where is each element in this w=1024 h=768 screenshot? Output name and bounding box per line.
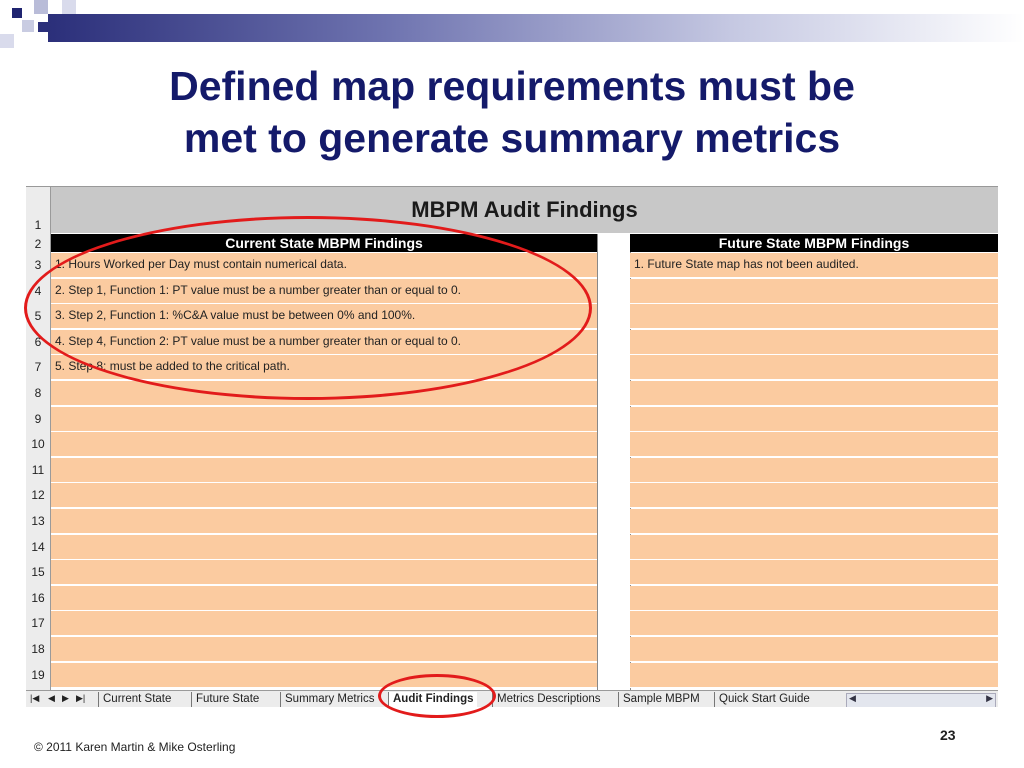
- future-finding-cell[interactable]: [630, 406, 998, 432]
- current-finding-cell[interactable]: [51, 509, 597, 534]
- tab-current-state[interactable]: Current State: [98, 692, 175, 707]
- copyright-footer: © 2011 Karen Martin & Mike Osterling: [34, 740, 236, 754]
- current-finding-cell[interactable]: [51, 457, 597, 483]
- current-finding-cell[interactable]: [51, 662, 597, 688]
- future-finding-cell[interactable]: [630, 432, 998, 458]
- tab-sample-mbpm[interactable]: Sample MBPM: [618, 692, 704, 707]
- prev-sheet-icon[interactable]: ◀: [48, 693, 55, 704]
- row-number[interactable]: 14: [26, 540, 50, 554]
- future-finding-cell[interactable]: [630, 560, 998, 586]
- horizontal-scrollbar[interactable]: ◀ ▶: [846, 693, 996, 707]
- row-number[interactable]: 3: [26, 258, 50, 272]
- tab-future-state[interactable]: Future State: [191, 692, 263, 707]
- tab-summary-metrics[interactable]: Summary Metrics: [280, 692, 378, 707]
- deco-square: [0, 34, 14, 48]
- future-finding-cell[interactable]: 1. Future State map has not been audited…: [630, 253, 998, 278]
- future-finding-cell[interactable]: [630, 355, 998, 381]
- deco-square: [34, 0, 48, 14]
- current-finding-cell[interactable]: [51, 585, 597, 611]
- sheet-tab-bar: |◀ ◀ ▶ ▶| Current State Future State Sum…: [26, 690, 998, 707]
- row-number[interactable]: 10: [26, 437, 50, 451]
- deco-square: [62, 0, 76, 14]
- future-state-header[interactable]: Future State MBPM Findings: [630, 234, 998, 252]
- row-number[interactable]: 13: [26, 514, 50, 528]
- row-number[interactable]: 19: [26, 668, 50, 682]
- current-finding-cell[interactable]: [51, 406, 597, 432]
- tab-metrics-descriptions[interactable]: Metrics Descriptions: [492, 692, 605, 707]
- row-number[interactable]: 17: [26, 616, 50, 630]
- row-number[interactable]: 16: [26, 591, 50, 605]
- row-number[interactable]: 2: [26, 237, 50, 251]
- slide-title: Defined map requirements must be met to …: [0, 60, 1024, 164]
- future-finding-cell[interactable]: [630, 611, 998, 637]
- future-finding-cell[interactable]: [630, 483, 998, 509]
- header-gradient-band: [48, 14, 1024, 42]
- scroll-right-icon[interactable]: ▶: [986, 693, 993, 704]
- row-number[interactable]: 15: [26, 565, 50, 579]
- future-finding-cell[interactable]: [630, 457, 998, 483]
- current-finding-cell[interactable]: [51, 534, 597, 560]
- future-finding-cell[interactable]: [630, 381, 998, 406]
- tab-highlight-oval: [378, 674, 496, 718]
- future-finding-cell[interactable]: [630, 637, 998, 662]
- future-finding-cell[interactable]: [630, 534, 998, 560]
- deco-square: [22, 20, 34, 32]
- future-finding-cell[interactable]: [630, 585, 998, 611]
- current-finding-cell[interactable]: [51, 560, 597, 586]
- row-number[interactable]: 7: [26, 360, 50, 374]
- future-finding-cell[interactable]: [630, 304, 998, 330]
- row-number[interactable]: 12: [26, 488, 50, 502]
- scroll-left-icon[interactable]: ◀: [849, 693, 856, 704]
- future-finding-cell[interactable]: [630, 662, 998, 688]
- row-number[interactable]: 9: [26, 412, 50, 426]
- slide-title-line-2: met to generate summary metrics: [183, 115, 841, 161]
- row-number[interactable]: 1: [26, 218, 50, 232]
- page-number: 23: [940, 727, 956, 743]
- current-finding-cell[interactable]: [51, 637, 597, 662]
- row-number[interactable]: 11: [26, 463, 50, 477]
- current-finding-cell[interactable]: [51, 611, 597, 637]
- slide-header-decoration: [0, 0, 1024, 60]
- tab-quick-start-guide[interactable]: Quick Start Guide: [714, 692, 814, 707]
- future-finding-cell[interactable]: [630, 329, 998, 355]
- deco-square: [38, 22, 48, 32]
- first-sheet-icon[interactable]: |◀: [30, 693, 39, 704]
- row-number[interactable]: 8: [26, 386, 50, 400]
- separator-column[interactable]: [597, 234, 631, 690]
- next-sheet-icon[interactable]: ▶: [62, 693, 69, 704]
- current-finding-cell[interactable]: [51, 432, 597, 458]
- deco-square: [12, 8, 22, 18]
- current-finding-cell[interactable]: [51, 483, 597, 509]
- last-sheet-icon[interactable]: ▶|: [76, 693, 85, 704]
- row-header-column: 1 2 3 4 5 6 7 8 9 10 11 12 13 14 15 16 17 18 19: [26, 187, 51, 690]
- findings-highlight-oval: [24, 216, 592, 400]
- sheet-title: MBPM Audit Findings: [411, 197, 638, 222]
- slide-title-line-1: Defined map requirements must be: [169, 63, 855, 109]
- row-number[interactable]: 18: [26, 642, 50, 656]
- future-finding-cell[interactable]: [630, 509, 998, 534]
- future-finding-cell[interactable]: [630, 278, 998, 304]
